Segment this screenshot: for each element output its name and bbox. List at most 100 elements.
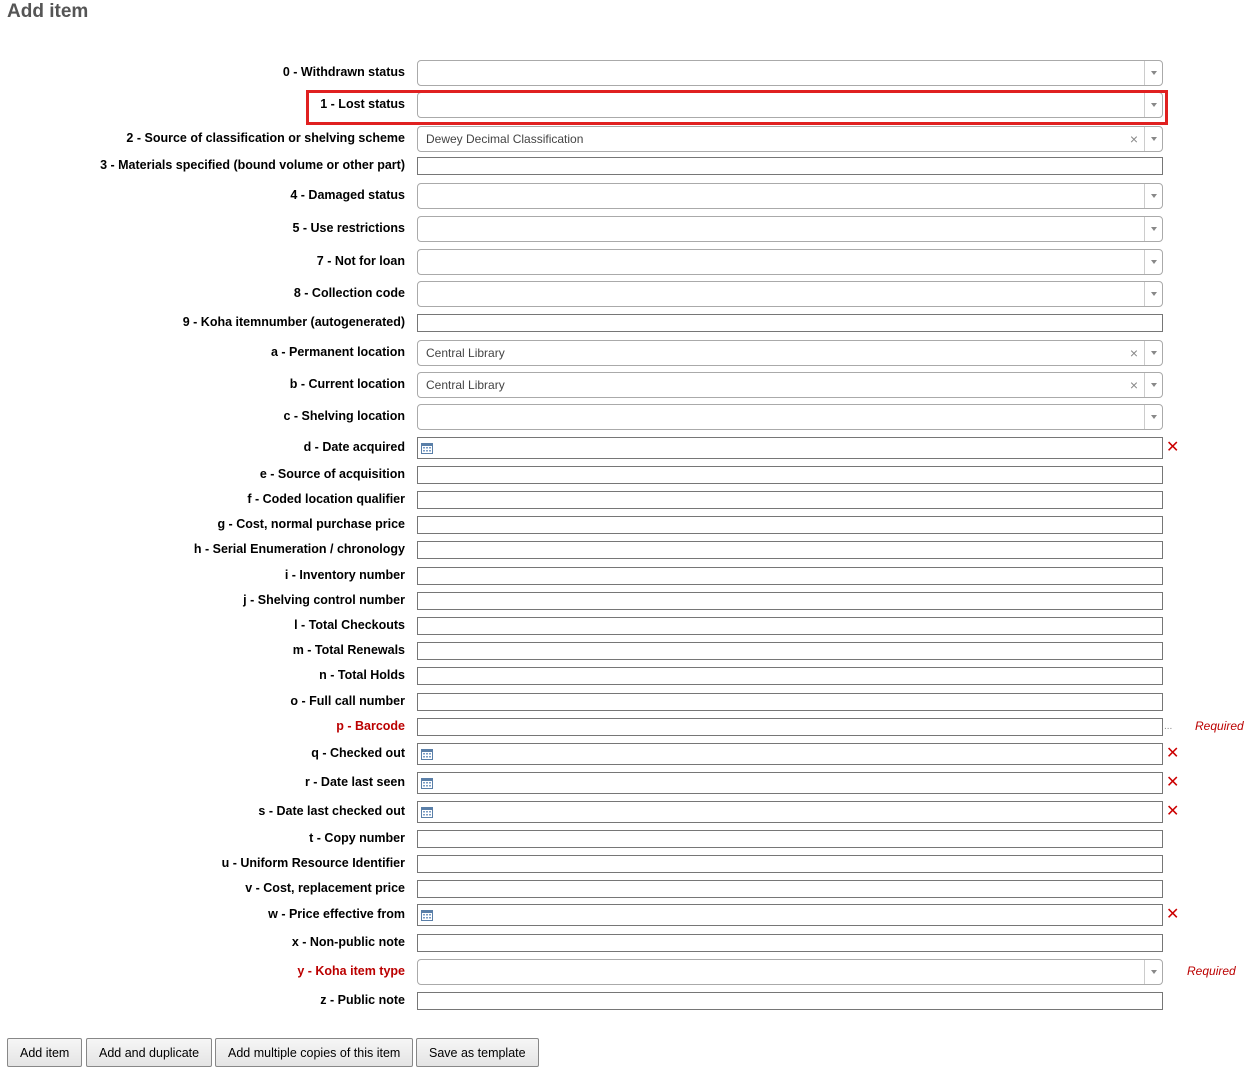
text-field[interactable] xyxy=(417,592,1163,610)
field-label: o - Full call number xyxy=(290,694,405,708)
text-field[interactable] xyxy=(417,667,1163,685)
clear-date-icon[interactable]: ✕ xyxy=(1166,907,1179,923)
calendar-icon[interactable] xyxy=(421,806,433,818)
text-field[interactable] xyxy=(417,880,1163,898)
field-label: u - Uniform Resource Identifier xyxy=(221,856,405,870)
field-label: d - Date acquired xyxy=(303,440,405,454)
text-field[interactable] xyxy=(417,314,1163,332)
field-label: 5 - Use restrictions xyxy=(292,221,405,235)
field-label: q - Checked out xyxy=(311,746,405,760)
chevron-down-icon xyxy=(1151,351,1157,355)
dropdown-toggle[interactable] xyxy=(1144,405,1162,429)
text-field[interactable] xyxy=(417,992,1163,1010)
date-field[interactable] xyxy=(417,437,1163,459)
field-label: 0 - Withdrawn status xyxy=(282,65,405,79)
select-field[interactable] xyxy=(417,281,1163,307)
dropdown-toggle[interactable] xyxy=(1144,960,1162,984)
text-field[interactable] xyxy=(417,693,1163,711)
clear-selection-icon[interactable]: × xyxy=(1130,344,1138,362)
text-field[interactable] xyxy=(417,642,1163,660)
text-field[interactable] xyxy=(417,830,1163,848)
field-label: r - Date last seen xyxy=(304,775,405,789)
field-label: 7 - Not for loan xyxy=(316,254,405,268)
select-value: Dewey Decimal Classification xyxy=(426,132,584,146)
text-field[interactable] xyxy=(417,466,1163,484)
text-field[interactable] xyxy=(417,541,1163,559)
dropdown-toggle[interactable] xyxy=(1144,217,1162,241)
text-field[interactable] xyxy=(417,567,1163,585)
text-field[interactable] xyxy=(417,491,1163,509)
select-field[interactable] xyxy=(417,183,1163,209)
select-field[interactable] xyxy=(417,216,1163,242)
dropdown-toggle[interactable] xyxy=(1144,127,1162,151)
text-field[interactable] xyxy=(417,855,1163,873)
select-field[interactable]: Central Library × xyxy=(417,372,1163,398)
dropdown-toggle[interactable] xyxy=(1144,373,1162,397)
chevron-down-icon xyxy=(1151,227,1157,231)
add-and-duplicate-button[interactable]: Add and duplicate xyxy=(86,1038,213,1067)
chevron-down-icon xyxy=(1151,970,1157,974)
calendar-icon[interactable] xyxy=(421,748,433,760)
select-field[interactable]: Dewey Decimal Classification × xyxy=(417,126,1163,152)
chevron-down-icon xyxy=(1151,260,1157,264)
field-label: b - Current location xyxy=(289,377,405,391)
dropdown-toggle[interactable] xyxy=(1144,250,1162,274)
chevron-down-icon xyxy=(1151,383,1157,387)
calendar-icon[interactable] xyxy=(421,777,433,789)
chevron-down-icon xyxy=(1151,415,1157,419)
field-label: n - Total Holds xyxy=(319,668,405,682)
chevron-down-icon xyxy=(1151,292,1157,296)
date-field[interactable] xyxy=(417,772,1163,794)
add-item-page: Add item 0 - Withdrawn status 1 - Lost st… xyxy=(0,0,1246,1067)
field-label: m - Total Renewals xyxy=(292,643,405,657)
select-value: Central Library xyxy=(426,346,505,360)
chevron-down-icon xyxy=(1151,71,1157,75)
add-item-button[interactable]: Add item xyxy=(7,1038,83,1067)
text-field[interactable] xyxy=(417,934,1163,952)
clear-date-icon[interactable]: ✕ xyxy=(1166,746,1179,762)
ellipsis-icon[interactable]: ... xyxy=(1164,721,1172,732)
field-label: w - Price effective from xyxy=(268,907,405,921)
calendar-icon[interactable] xyxy=(421,909,433,921)
text-field[interactable] xyxy=(417,516,1163,534)
calendar-icon[interactable] xyxy=(421,442,433,454)
field-label: l - Total Checkouts xyxy=(294,618,405,632)
required-note: Required xyxy=(1187,964,1236,978)
field-label: 2 - Source of classification or shelving… xyxy=(126,131,405,145)
text-field[interactable] xyxy=(417,718,1163,736)
clear-date-icon[interactable]: ✕ xyxy=(1166,440,1179,456)
dropdown-toggle[interactable] xyxy=(1144,341,1162,365)
field-label: 8 - Collection code xyxy=(293,286,405,300)
field-label: h - Serial Enumeration / chronology xyxy=(193,542,405,556)
date-field[interactable] xyxy=(417,743,1163,765)
field-label: s - Date last checked out xyxy=(258,804,405,818)
field-label: g - Cost, normal purchase price xyxy=(217,517,405,531)
select-field[interactable] xyxy=(417,249,1163,275)
field-label: y - Koha item type xyxy=(297,964,405,978)
chevron-down-icon xyxy=(1151,137,1157,141)
text-field[interactable] xyxy=(417,617,1163,635)
field-label: a - Permanent location xyxy=(270,345,405,359)
field-label: i - Inventory number xyxy=(284,568,405,582)
dropdown-toggle[interactable] xyxy=(1144,61,1162,85)
select-field[interactable] xyxy=(417,404,1163,430)
select-field[interactable]: Central Library × xyxy=(417,340,1163,366)
field-label: p - Barcode xyxy=(336,719,405,733)
select-field[interactable] xyxy=(417,60,1163,86)
clear-selection-icon[interactable]: × xyxy=(1130,130,1138,148)
dropdown-toggle[interactable] xyxy=(1144,282,1162,306)
dropdown-toggle[interactable] xyxy=(1144,184,1162,208)
chevron-down-icon xyxy=(1151,194,1157,198)
clear-selection-icon[interactable]: × xyxy=(1130,376,1138,394)
save-as-template-button[interactable]: Save as template xyxy=(416,1038,539,1067)
field-label: 4 - Damaged status xyxy=(290,188,405,202)
date-field[interactable] xyxy=(417,904,1163,926)
clear-date-icon[interactable]: ✕ xyxy=(1166,804,1179,820)
text-field[interactable] xyxy=(417,157,1163,175)
add-multiple-copies-button[interactable]: Add multiple copies of this item xyxy=(215,1038,414,1067)
clear-date-icon[interactable]: ✕ xyxy=(1166,775,1179,791)
lost-status-highlight xyxy=(306,90,1168,125)
field-label: c - Shelving location xyxy=(283,409,405,423)
date-field[interactable] xyxy=(417,801,1163,823)
select-field[interactable] xyxy=(417,959,1163,985)
